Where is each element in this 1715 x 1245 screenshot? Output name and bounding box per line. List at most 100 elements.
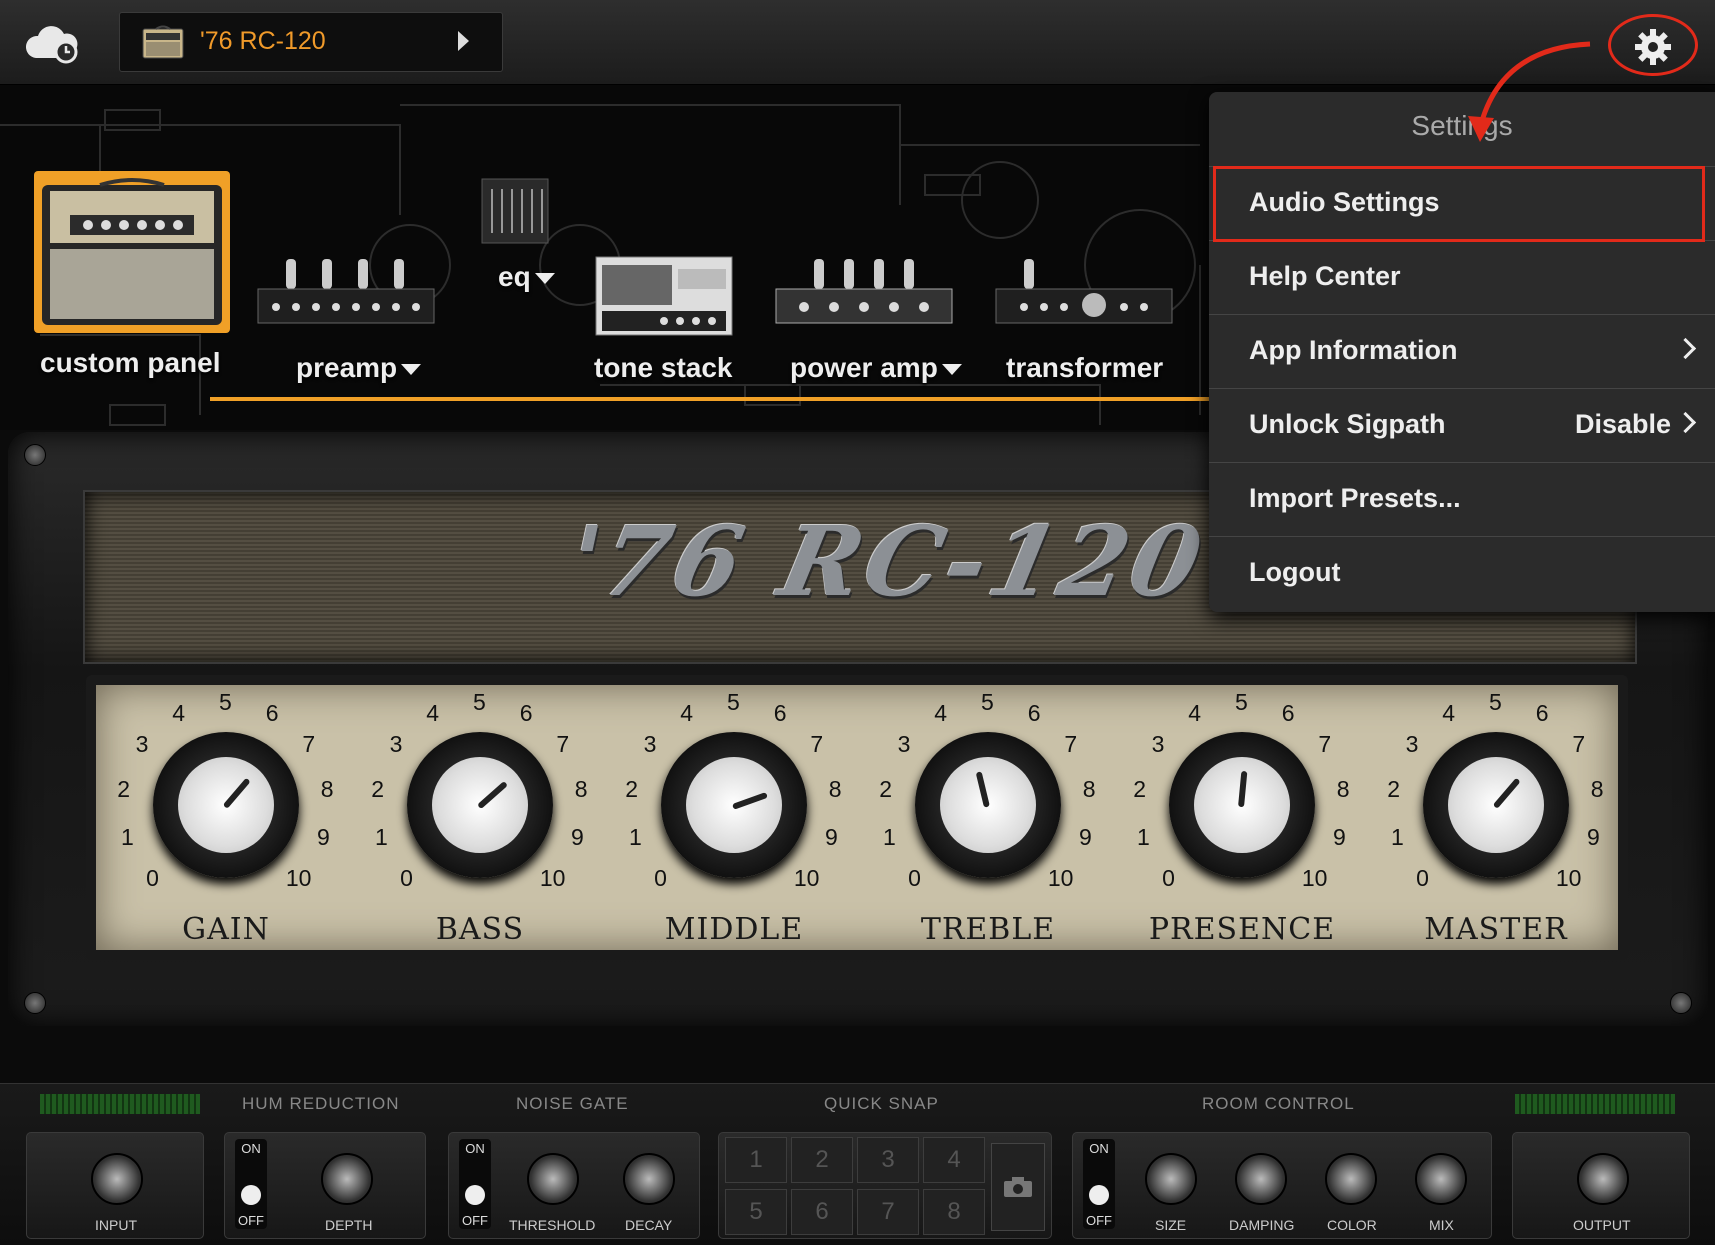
scale-number: 4 xyxy=(426,700,440,727)
menu-item-import-presets[interactable]: Import Presets... xyxy=(1209,462,1715,537)
depth-knob[interactable] xyxy=(321,1153,373,1205)
knob-group-treble: 0 1 2 3 4 5 6 7 8 9 10 TREBLE xyxy=(878,689,1098,952)
scale-number: 2 xyxy=(117,775,131,802)
scale-number: 8 xyxy=(320,775,334,802)
scale-number: 1 xyxy=(629,823,642,850)
knob-label: PRESENCE xyxy=(1148,912,1336,947)
snap-slot-8[interactable]: 8 xyxy=(923,1189,985,1235)
scale-number: 3 xyxy=(897,731,911,758)
presence-knob[interactable] xyxy=(1169,732,1315,878)
snap-slot-3[interactable]: 3 xyxy=(857,1137,919,1183)
scale-number: 0 xyxy=(1162,864,1175,891)
decay-knob[interactable] xyxy=(623,1153,675,1205)
snapshot-button[interactable] xyxy=(991,1143,1045,1231)
preamp-module[interactable] xyxy=(256,255,436,327)
scale-number: 2 xyxy=(1133,775,1147,802)
scale-number: 7 xyxy=(1572,731,1586,758)
chevron-down-icon xyxy=(401,364,422,376)
scale-number: 5 xyxy=(981,689,994,715)
scale-number: 9 xyxy=(1332,823,1346,850)
module-label-tone-stack[interactable]: tone stack xyxy=(594,352,733,384)
snap-slot-2[interactable]: 2 xyxy=(791,1137,853,1183)
module-label-preamp[interactable]: preamp xyxy=(296,352,422,384)
preset-selector[interactable]: '76 RC-120 xyxy=(119,12,503,72)
scale-number: 8 xyxy=(1336,775,1350,802)
output-level-meter xyxy=(1515,1094,1675,1114)
module-label-power-amp[interactable]: power amp xyxy=(790,352,962,384)
color-knob[interactable] xyxy=(1325,1153,1377,1205)
scale-number: 6 xyxy=(519,700,533,727)
scale-number: 10 xyxy=(1047,864,1074,891)
knob-label: MIDDLE xyxy=(664,912,804,947)
scale-number: 4 xyxy=(172,700,186,727)
input-knob[interactable] xyxy=(91,1153,143,1205)
scale-number: 5 xyxy=(473,689,486,715)
cloud-sync-icon[interactable] xyxy=(22,20,82,66)
hum-reduction-panel: ON OFF DEPTH xyxy=(224,1132,426,1239)
snap-slot-4[interactable]: 4 xyxy=(923,1137,985,1183)
scale-number: 0 xyxy=(146,864,159,891)
output-knob[interactable] xyxy=(1577,1153,1629,1205)
scale-number: 0 xyxy=(654,864,667,891)
module-label-eq[interactable]: eq xyxy=(498,261,555,293)
eq-module[interactable] xyxy=(480,177,550,245)
scale-number: 9 xyxy=(824,823,838,850)
damping-knob[interactable] xyxy=(1235,1153,1287,1205)
preamp-tubes-icon xyxy=(257,259,435,324)
amp-head-icon xyxy=(42,178,222,325)
scale-number: 6 xyxy=(265,700,279,727)
color-label: COLOR xyxy=(1327,1217,1377,1233)
noise-gate-switch[interactable]: ON OFF xyxy=(459,1139,491,1229)
module-label-custom-panel[interactable]: custom panel xyxy=(40,347,220,379)
knob-label: BASS xyxy=(435,912,525,947)
room-control-panel: ON OFF SIZE DAMPING COLOR MIX xyxy=(1072,1132,1492,1239)
scale-number: 1 xyxy=(1137,823,1150,850)
room-control-switch[interactable]: ON OFF xyxy=(1083,1139,1115,1229)
hum-reduction-switch[interactable]: ON OFF xyxy=(235,1139,267,1229)
module-label-transformer[interactable]: transformer xyxy=(1006,352,1163,384)
quick-snap-title: QUICK SNAP xyxy=(824,1094,939,1113)
chevron-down-icon xyxy=(534,273,555,285)
camera-icon xyxy=(1004,1177,1032,1197)
scale-number: 10 xyxy=(285,864,312,891)
scale-number: 2 xyxy=(879,775,893,802)
noise-gate-title: NOISE GATE xyxy=(516,1094,629,1113)
bass-knob[interactable] xyxy=(407,732,553,878)
scale-number: 6 xyxy=(1535,700,1549,727)
snap-slot-6[interactable]: 6 xyxy=(791,1189,853,1235)
scale-number: 0 xyxy=(908,864,921,891)
master-knob[interactable] xyxy=(1423,732,1569,878)
snap-slot-1[interactable]: 1 xyxy=(725,1137,787,1183)
threshold-knob[interactable] xyxy=(527,1153,579,1205)
middle-knob[interactable] xyxy=(661,732,807,878)
power-amp-tubes-icon xyxy=(775,259,953,324)
input-label: INPUT xyxy=(95,1217,137,1233)
scale-number: 1 xyxy=(375,823,388,850)
signal-chain-line xyxy=(210,397,1210,401)
mix-knob[interactable] xyxy=(1415,1153,1467,1205)
size-knob[interactable] xyxy=(1145,1153,1197,1205)
menu-item-unlock-sigpath[interactable]: Unlock Sigpath Disable xyxy=(1209,388,1715,463)
snap-slot-5[interactable]: 5 xyxy=(725,1189,787,1235)
knob-group-presence: 0 1 2 3 4 5 6 7 8 9 10 PRESENCE xyxy=(1132,689,1352,952)
scale-number: 4 xyxy=(1442,700,1456,727)
transformer-module[interactable] xyxy=(994,255,1174,327)
screw-icon xyxy=(1670,992,1692,1014)
treble-knob[interactable] xyxy=(915,732,1061,878)
menu-item-app-information[interactable]: App Information xyxy=(1209,314,1715,389)
snap-slot-7[interactable]: 7 xyxy=(857,1189,919,1235)
chevron-right-icon xyxy=(1674,337,1697,360)
power-amp-module[interactable] xyxy=(774,255,954,327)
scale-number: 10 xyxy=(1301,864,1328,891)
knob-group-master: 0 1 2 3 4 5 6 7 8 9 10 MASTER xyxy=(1386,689,1606,952)
settings-button[interactable] xyxy=(1608,14,1698,76)
menu-item-help-center[interactable]: Help Center xyxy=(1209,240,1715,315)
tone-stack-module[interactable] xyxy=(594,255,734,337)
top-bar: '76 RC-120 xyxy=(0,0,1715,85)
custom-panel-module[interactable] xyxy=(34,171,230,333)
menu-item-logout[interactable]: Logout xyxy=(1209,536,1715,611)
next-preset-icon[interactable] xyxy=(458,31,469,51)
screw-icon xyxy=(24,444,46,466)
hum-reduction-title: HUM REDUCTION xyxy=(242,1094,400,1113)
gain-knob[interactable] xyxy=(153,732,299,878)
